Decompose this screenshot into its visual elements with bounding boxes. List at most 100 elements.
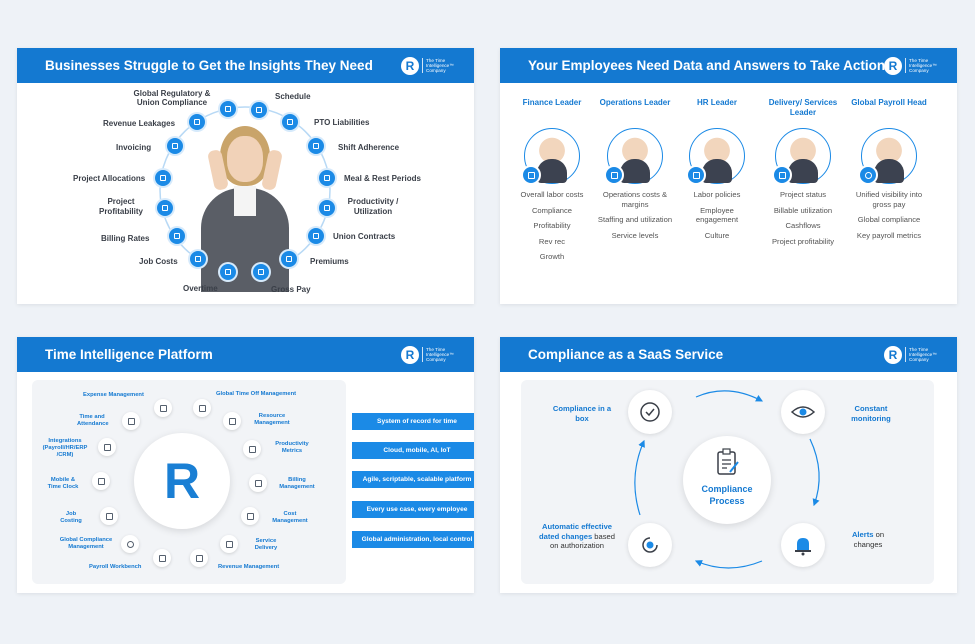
global-compliance-icon: [121, 535, 139, 553]
label-productivity: Productivity / Utilization: [347, 197, 399, 216]
payroll-head-column: Global Payroll Head Unified visibility i…: [850, 98, 928, 240]
logo-mark: R: [401, 345, 419, 364]
column-item: Rev rec: [538, 236, 566, 246]
eye-icon: [791, 406, 815, 418]
time-off-icon: [193, 399, 211, 417]
column-item: Overall labor costs: [520, 190, 584, 199]
hr-leader-column: HR Leader Labor policies Employee engage…: [678, 98, 756, 240]
monitoring-node: [781, 390, 825, 434]
column-item: Project profitability: [771, 236, 835, 246]
module-label: Productivity Metrics: [275, 441, 309, 454]
finance-leader-column: Finance Leader Overall labor costs Compl…: [513, 98, 591, 262]
service-delivery-icon: [220, 535, 238, 553]
module-label: Expense Management: [83, 392, 144, 398]
label-job-costs: Job Costs: [139, 257, 178, 266]
bell-icon: [795, 538, 811, 556]
productivity-node-icon: [319, 200, 335, 216]
label-overtime: Overtime: [183, 284, 218, 293]
logo-text: The Time Intelligence™ Company: [905, 57, 949, 74]
invoicing-node-icon: [167, 138, 183, 154]
column-item: Growth: [539, 252, 565, 261]
platform-hub: R: [134, 433, 230, 529]
shift-node-icon: [308, 138, 324, 154]
presentation-icon: [772, 165, 792, 185]
pto-node-icon: [282, 114, 298, 130]
logo-mark: R: [884, 56, 902, 75]
label-compliance-box: Compliance in a box: [552, 404, 612, 423]
billing-node-icon: [169, 228, 185, 244]
column-heading: Global Payroll Head: [851, 98, 927, 107]
slide-platform[interactable]: Time Intelligence Platform R The Time In…: [17, 337, 474, 593]
jobcost-node-icon: [190, 251, 206, 267]
compliance-process-hub: Compliance Process: [683, 436, 771, 524]
operations-leader-avatar: [604, 128, 663, 185]
module-label: Global Compliance Management: [59, 537, 113, 550]
label-gross-pay: Gross Pay: [271, 285, 311, 294]
label-billing-rates: Billing Rates: [101, 234, 150, 243]
slide-title: Your Employees Need Data and Answers to …: [528, 58, 886, 73]
compliance-box-node: [628, 390, 672, 434]
column-heading: Finance Leader: [522, 98, 582, 107]
payroll-head-avatar: [858, 128, 917, 185]
premiums-node-icon: [281, 251, 297, 267]
column-heading: Operations Leader: [599, 98, 671, 107]
module-label: Resource Management: [254, 413, 290, 426]
integrations-icon: [98, 438, 116, 456]
label-alerts: Alerts on changes: [851, 530, 885, 549]
slide-employees[interactable]: Your Employees Need Data and Answers to …: [500, 48, 957, 304]
cloud-mobile-button[interactable]: Cloud, mobile, AI, IoT: [352, 442, 474, 459]
system-of-record-button[interactable]: System of record for time: [352, 413, 474, 430]
slide-title: Time Intelligence Platform: [45, 347, 213, 362]
label-shift: Shift Adherence: [338, 143, 400, 152]
column-heading: HR Leader: [696, 98, 737, 107]
slide-insights[interactable]: Businesses Struggle to Get the Insights …: [17, 48, 474, 304]
operations-leader-column: Operations Leader Operations costs & mar…: [596, 98, 674, 240]
schedule-node-icon: [251, 102, 267, 118]
badge-check-icon: [640, 402, 660, 422]
column-item: Profitability: [533, 221, 571, 230]
badge-icon: [686, 165, 706, 185]
agile-platform-button[interactable]: Agile, scriptable, scalable platform: [352, 471, 474, 488]
module-label: Job Costing: [60, 511, 82, 524]
compliance-node-icon: [220, 101, 236, 117]
label-revenue-leakages: Revenue Leakages: [103, 119, 176, 128]
column-item: Compliance: [531, 205, 573, 215]
global-admin-button[interactable]: Global administration, local control: [352, 531, 474, 548]
clipboard-icon: [717, 448, 739, 475]
module-label: Integrations (Payroll/HR/ERP /CRM): [42, 438, 88, 458]
grosspay-node-icon: [253, 264, 269, 280]
column-item: Labor policies: [693, 190, 741, 199]
stressed-woman-photo: [189, 122, 301, 292]
column-item: Service levels: [611, 230, 659, 240]
laptop-icon: [521, 165, 541, 185]
job-costing-icon: [100, 507, 118, 525]
module-label: Mobile & Time Clock: [47, 477, 79, 490]
company-logo: R The Time Intelligence™ Company: [884, 55, 949, 76]
cost-management-icon: [241, 507, 259, 525]
module-label: Time and Attendance: [77, 414, 109, 427]
column-item: Operations costs & margins: [602, 190, 668, 209]
module-label: Global Time Off Management: [216, 391, 297, 397]
hr-leader-avatar: [686, 128, 745, 185]
payroll-workbench-icon: [153, 549, 171, 567]
productivity-icon: [243, 440, 261, 458]
label-auto-changes: Automatic effective dated changes based …: [539, 522, 615, 550]
module-label: Billing Management: [279, 477, 315, 490]
module-label: Payroll Workbench: [89, 564, 142, 570]
label-schedule: Schedule: [275, 92, 311, 101]
slide-header: Time Intelligence Platform R The Time In…: [17, 337, 474, 372]
label-union: Union Contracts: [333, 232, 396, 241]
module-label: Cost Management: [272, 511, 308, 524]
slide-header: Your Employees Need Data and Answers to …: [500, 48, 957, 83]
label-premiums: Premiums: [310, 257, 349, 266]
label-project-profitability: Project Profitability: [98, 197, 143, 216]
slide-compliance[interactable]: Compliance as a SaaS Service R The Time …: [500, 337, 957, 593]
label-meal: Meal & Rest Periods: [344, 174, 421, 183]
finance-leader-avatar: [521, 128, 580, 185]
column-item: Project status: [779, 190, 826, 199]
logo-text: The Time Intelligence™ Company: [422, 346, 466, 363]
column-heading: Delivery/ Services Leader: [768, 98, 838, 117]
delivery-leader-avatar: [772, 128, 831, 185]
every-use-case-button[interactable]: Every use case, every employee: [352, 501, 474, 518]
column-item: Employee engagement: [695, 205, 739, 225]
